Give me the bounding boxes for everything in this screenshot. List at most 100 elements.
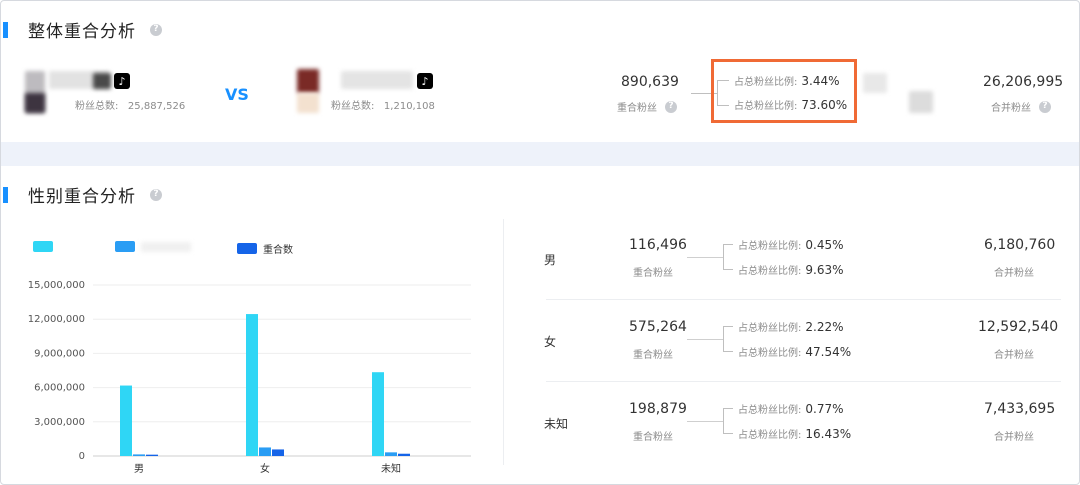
help-icon[interactable]: ? [150,188,162,201]
account-a-fans-value: 25,887,526 [127,101,186,112]
bar-男-series-1 [120,385,132,456]
blurred-avatar [863,73,887,93]
legend-swatch [115,241,135,252]
overall-merged-label-wrap: 合并粉丝 ? [991,99,1051,114]
legend-item-series-1[interactable] [33,241,59,252]
page-frame: 整体重合分析 ? ♪ 粉丝总数: 25,887,526 VS ♪ 粉丝总数: 1… [0,0,1080,485]
account-a-fans: 粉丝总数: 25,887,526 [75,97,185,112]
gender-ratio-a: 占总粉丝比例: 2.22% [738,319,844,334]
bar-女-series-1 [246,314,258,456]
gender-category: 未知 [544,417,569,431]
ratio-label: 占总粉丝比例: [738,405,802,416]
legend-swatch [33,241,53,252]
tiktok-icon: ♪ [417,73,433,89]
section-accent-bar [3,21,8,38]
ratio-a-value: 2.22% [805,320,844,334]
account-a-name-2 [93,73,111,89]
ratio-b-value: 47.54% [805,345,852,359]
ratio-a-value: 0.77% [805,402,844,416]
merged-label: 合并粉丝 [994,350,1034,361]
section-accent-bar [3,186,8,203]
bar-女-series-3 [272,449,284,456]
gender-overlap-label: 重合粉丝 [633,428,673,443]
account-b-avatar-bottom [297,93,319,113]
account-a-avatar-bottom [25,93,45,113]
account-b-fans: 粉丝总数: 1,210,108 [331,97,435,112]
ratio-label: 占总粉丝比例: [738,323,802,334]
account-b-fans-label: 粉丝总数: [331,101,375,112]
ratio-label: 占总粉丝比例: [738,348,802,359]
overall-section-header: 整体重合分析 ? [1,17,162,42]
help-icon[interactable]: ? [1039,100,1051,113]
gender-merged-value: 7,433,695 [984,401,1056,417]
ratio-label: 占总粉丝比例: [738,241,802,252]
x-tick-label: 女 [260,462,270,475]
y-tick-label: 9,000,000 [34,348,85,359]
ratio-bracket [723,326,733,352]
overall-merged-value: 26,206,995 [983,74,1064,90]
gender-merged-label: 合并粉丝 [994,428,1034,443]
gender-overlap-value: 198,879 [629,401,687,417]
gender-category: 女 [544,335,557,349]
help-icon[interactable]: ? [665,100,677,113]
vs-label: VS [225,85,249,104]
gender-ratio-a: 占总粉丝比例: 0.77% [738,401,844,416]
overall-section-title: 整体重合分析 [28,22,136,42]
gender-section-title: 性别重合分析 [28,187,136,207]
ratio-b-value: 9.63% [805,263,844,277]
gender-overlap-value: 575,264 [629,319,687,335]
y-tick-label: 3,000,000 [34,417,85,428]
bar-男-series-3 [146,454,158,456]
overlap-label: 重合粉丝 [633,268,673,279]
highlight-box [711,59,857,123]
account-a-fans-label: 粉丝总数: [75,101,119,112]
bar-男-series-2 [133,454,145,456]
gender-ratio-a: 占总粉丝比例: 0.45% [738,237,844,252]
ratio-b-value: 16.43% [805,427,852,441]
ratio-label: 占总粉丝比例: [738,266,802,277]
y-tick-label: 15,000,000 [28,280,85,291]
bar-未知-series-3 [398,453,410,456]
account-b-fans-value: 1,210,108 [383,101,435,112]
account-b-avatar [297,69,319,93]
gender-overlap-label: 重合粉丝 [633,264,673,279]
ratio-label: 占总粉丝比例: [738,430,802,441]
tiktok-icon: ♪ [114,73,130,89]
section-separator-band [1,142,1079,166]
merged-label: 合并粉丝 [994,268,1034,279]
bar-未知-series-1 [372,372,384,456]
gender-merged-value: 6,180,760 [984,237,1056,253]
legend-swatch [237,243,257,254]
ratio-a-value: 0.45% [805,238,844,252]
legend-label: 重合数 [263,245,293,256]
legend-item-overlap[interactable]: 重合数 [237,241,293,256]
y-tick-label: 0 [79,451,85,462]
vertical-divider [503,219,504,465]
gender-merged-value: 12,592,540 [978,319,1059,335]
legend-item-series-2[interactable] [115,241,191,252]
merged-label: 合并粉丝 [994,432,1034,443]
row-divider [546,299,1061,300]
gender-merged-label: 合并粉丝 [994,346,1034,361]
ratio-connector [687,339,723,340]
row-divider [546,381,1061,382]
gender-ratio-b: 占总粉丝比例: 9.63% [738,262,844,277]
ratio-connector [687,421,723,422]
bar-未知-series-2 [385,452,397,456]
gender-overlap-value: 116,496 [629,237,687,253]
overall-merged-label: 合并粉丝 [991,103,1031,114]
gender-category: 男 [544,253,557,267]
overall-overlap-label-wrap: 重合粉丝 ? [617,99,677,114]
y-tick-label: 6,000,000 [34,383,85,394]
gender-overlap-label: 重合粉丝 [633,346,673,361]
help-icon[interactable]: ? [150,23,162,36]
gender-ratio-b: 占总粉丝比例: 47.54% [738,344,851,359]
blurred-legend-text [141,241,191,252]
ratio-bracket [723,408,733,434]
ratio-bracket [723,244,733,270]
gender-bar-chart: 0 3,000,000 6,000,000 9,000,000 12,000,000 15… [28,280,471,475]
gender-section-header: 性别重合分析 ? [1,182,162,207]
ratio-connector [687,257,723,258]
x-tick-label: 未知 [381,462,401,475]
overlap-label: 重合粉丝 [633,350,673,361]
